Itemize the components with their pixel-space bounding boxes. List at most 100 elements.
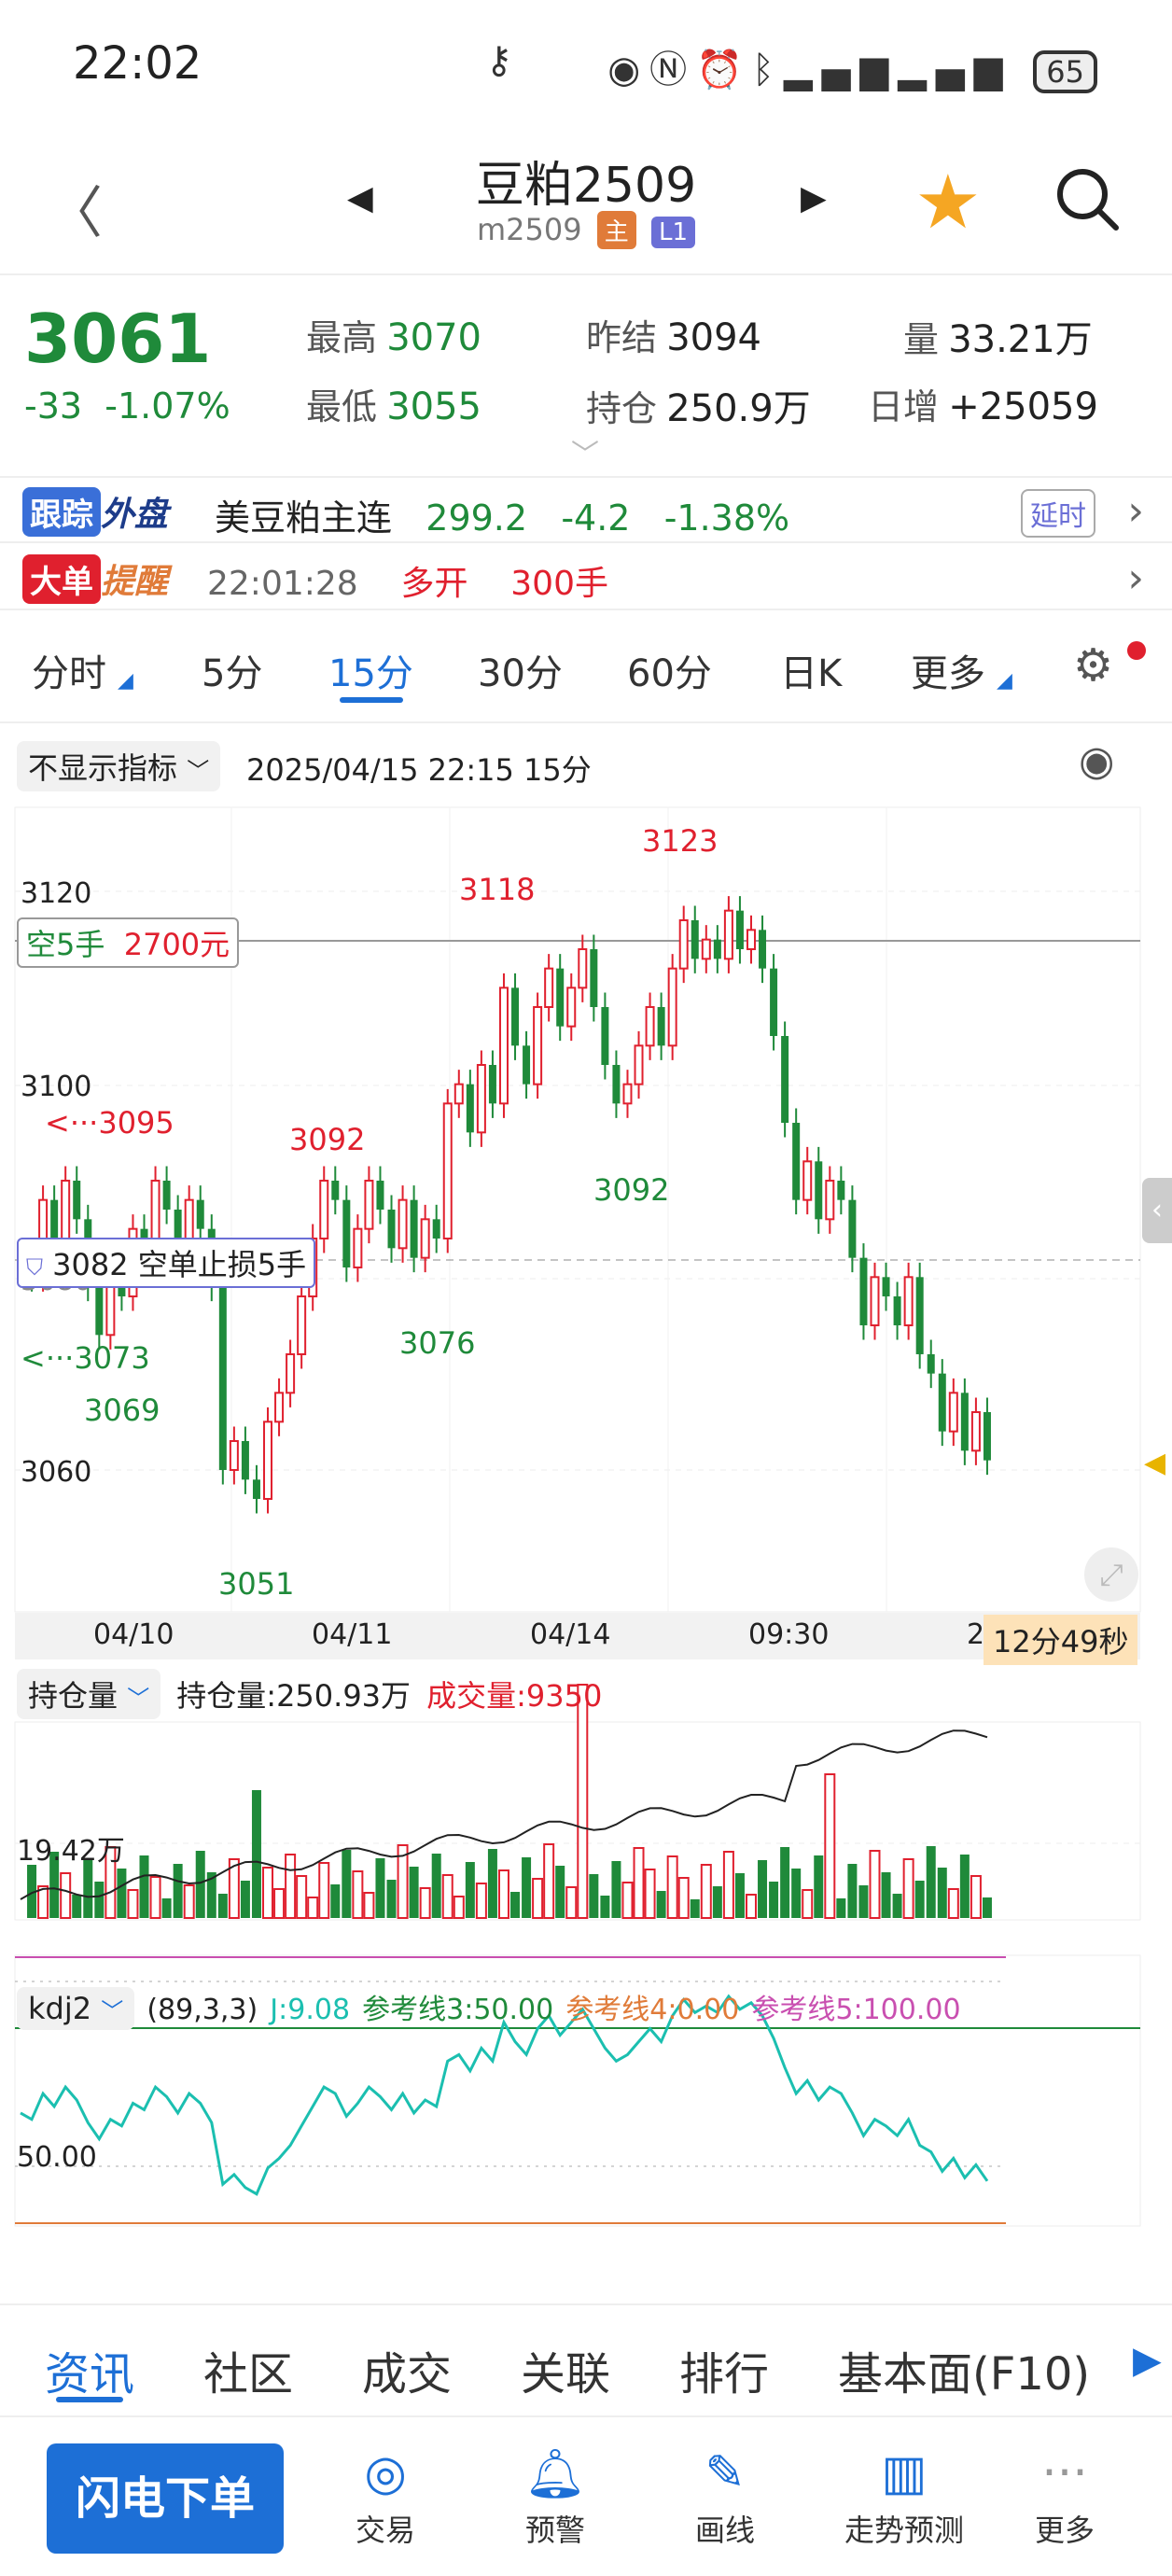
volume-bar xyxy=(722,1851,734,1919)
tab-30min[interactable]: 30分 xyxy=(478,643,563,697)
sub2-j: J:9.08 xyxy=(270,1994,351,2026)
high-value: 3070 xyxy=(386,316,481,359)
volume-bar xyxy=(914,1881,925,1918)
nav-more[interactable]: ··· 更多 xyxy=(995,2445,1135,2550)
kline-chart[interactable] xyxy=(0,798,1172,2301)
settings-gear-icon[interactable]: ⚙ xyxy=(1073,639,1113,692)
alarm-icon: ⏰ xyxy=(696,49,752,91)
next-contract-icon[interactable]: ▶ xyxy=(801,179,827,217)
tab-news[interactable]: 资讯 xyxy=(45,2337,134,2402)
sub1-y-label: 19.42万 xyxy=(17,1835,125,1868)
big-order-row[interactable]: 大单 提醒 22:01:28 多开 300手 › xyxy=(0,545,1172,610)
external-market-row[interactable]: 跟踪 外盘 美豆粕主连 299.2 -4.2 -1.38% 延时 › xyxy=(0,478,1172,543)
tab-community[interactable]: 社区 xyxy=(203,2337,293,2402)
candle-body xyxy=(398,1198,408,1250)
period-tabs: 分时 ◢ 5分 15分 30分 60分 日K 更多 ◢ ⚙ xyxy=(0,611,1172,723)
signal-icon-2: ▂▄▆ xyxy=(898,49,1012,91)
volume-bar xyxy=(441,1874,453,1919)
info-tabs: 资讯 社区 成交 关联 排行 基本面(F10) ▶ xyxy=(0,2303,1172,2415)
oi-volume-chart xyxy=(14,1684,1141,1921)
eye-toggle-icon[interactable]: ◉ xyxy=(1079,737,1114,785)
tab-related[interactable]: 关联 xyxy=(521,2337,610,2402)
candle-body xyxy=(376,1180,384,1210)
side-drawer-handle-icon[interactable]: ‹ xyxy=(1142,1178,1172,1243)
tab-daily[interactable]: 日K xyxy=(780,643,842,697)
candle-body xyxy=(848,1199,857,1258)
volume-bar xyxy=(72,1895,82,1918)
alert-time: 22:01:28 xyxy=(207,565,358,603)
tab-more[interactable]: 更多 xyxy=(911,643,985,697)
volume-bar xyxy=(677,1877,690,1919)
price-change: -33 -1.07% xyxy=(24,385,230,427)
volume-bar xyxy=(902,1858,914,1919)
favorite-star-icon[interactable]: ★ xyxy=(914,159,982,245)
chevron-down-icon: ﹀ xyxy=(127,1686,150,1712)
candle-body xyxy=(948,1392,958,1433)
candle-body xyxy=(837,1180,845,1200)
high-label: 最高 xyxy=(306,317,378,358)
volume-bar xyxy=(937,1868,947,1918)
external-badge: 外盘 xyxy=(101,496,169,534)
x-label-2: 2 xyxy=(967,1618,985,1651)
nav-draw[interactable]: ✎ 画线 xyxy=(655,2445,795,2550)
volume-bar xyxy=(183,1884,195,1919)
candle-body xyxy=(960,1393,969,1451)
indicator-selector[interactable]: 不显示指标 ﹀ xyxy=(17,741,221,791)
volume-bar xyxy=(386,1880,397,1918)
candle-body xyxy=(410,1199,418,1258)
oi-value: 250.9万 xyxy=(666,387,811,430)
expand-chevron-icon[interactable]: ﹀ xyxy=(571,431,599,472)
change-value: -33 xyxy=(24,385,83,427)
big-order-badge: 大单 xyxy=(22,554,101,604)
candle-body xyxy=(61,1179,71,1239)
fullscreen-icon[interactable]: ⤢ xyxy=(1084,1547,1138,1602)
status-time: 22:02 xyxy=(73,37,202,90)
tab-fundamentals[interactable]: 基本面(F10) xyxy=(838,2337,1090,2402)
alert-badge: 提醒 xyxy=(101,563,169,601)
sub2-ref3: 参考线3:50.00 xyxy=(362,1994,554,2026)
volume-bar xyxy=(791,1869,802,1918)
candle-body xyxy=(523,1045,531,1085)
sub1-selector[interactable]: 持仓量 ﹀ xyxy=(17,1669,161,1719)
volume-bar xyxy=(858,1885,869,1918)
candle-body xyxy=(903,1276,914,1326)
nav-forecast[interactable]: ▥ 走势预测 xyxy=(825,2445,984,2550)
candle-body xyxy=(442,1102,453,1239)
stop-loss-line-label[interactable]: ⛉ 3082 空单止损5手 xyxy=(17,1238,316,1288)
nav-forecast-label: 走势预测 xyxy=(844,2513,964,2548)
nav-alert[interactable]: 🔔︎ 预警 xyxy=(485,2445,625,2550)
nav-trade[interactable]: ◎ 交易 xyxy=(315,2445,455,2550)
annotation-3073: <···3073 xyxy=(21,1340,150,1376)
header: 〈 ◀ 豆粕2509 m2509 主 L1 ▶ ★ xyxy=(0,131,1172,275)
info-tab-underline xyxy=(56,2397,123,2402)
stop-loss-price: 3082 xyxy=(52,1247,129,1282)
contract-code: m2509 xyxy=(477,212,582,247)
short-order-label: 空5手 xyxy=(26,927,105,962)
sub2-selector[interactable]: kdj2 ﹀ xyxy=(17,1987,135,2030)
tab-5min[interactable]: 5分 xyxy=(202,643,262,697)
alert-chevron-icon[interactable]: › xyxy=(1127,554,1144,602)
tab-15min[interactable]: 15分 xyxy=(328,643,413,697)
volume-bar xyxy=(712,1886,722,1918)
volume-bar xyxy=(318,1862,330,1919)
scroll-right-icon[interactable]: ▶ xyxy=(1133,2339,1162,2382)
tab-timeshare[interactable]: 分时 xyxy=(32,643,106,697)
main-tag: 主 xyxy=(596,211,636,249)
search-icon[interactable] xyxy=(1054,166,1120,231)
short-order-line-label[interactable]: 空5手 2700元 xyxy=(17,917,240,968)
current-price-marker-icon: ◀ xyxy=(1144,1447,1166,1479)
external-chevron-icon[interactable]: › xyxy=(1127,487,1144,535)
tab-ranking[interactable]: 排行 xyxy=(679,2337,769,2402)
volume-bar xyxy=(982,1897,992,1918)
volume-bar xyxy=(475,1883,487,1919)
volume-bar xyxy=(251,1790,261,1918)
annotation-high-3123: 3123 xyxy=(642,823,719,859)
eye-icon: ◉ xyxy=(607,49,650,91)
tab-trades[interactable]: 成交 xyxy=(362,2337,452,2402)
status-bar: 22:02 ⚷ ◉Ⓝ⏰ᛒ▂▄▆▂▄▆ 65 xyxy=(0,0,1172,131)
more-icon: ··· xyxy=(1041,2445,1088,2501)
tab-60min[interactable]: 60分 xyxy=(627,643,712,697)
flash-order-button[interactable]: 闪电下单 xyxy=(47,2443,284,2554)
pen-icon: ✎ xyxy=(705,2445,746,2501)
candle-body xyxy=(701,938,711,960)
